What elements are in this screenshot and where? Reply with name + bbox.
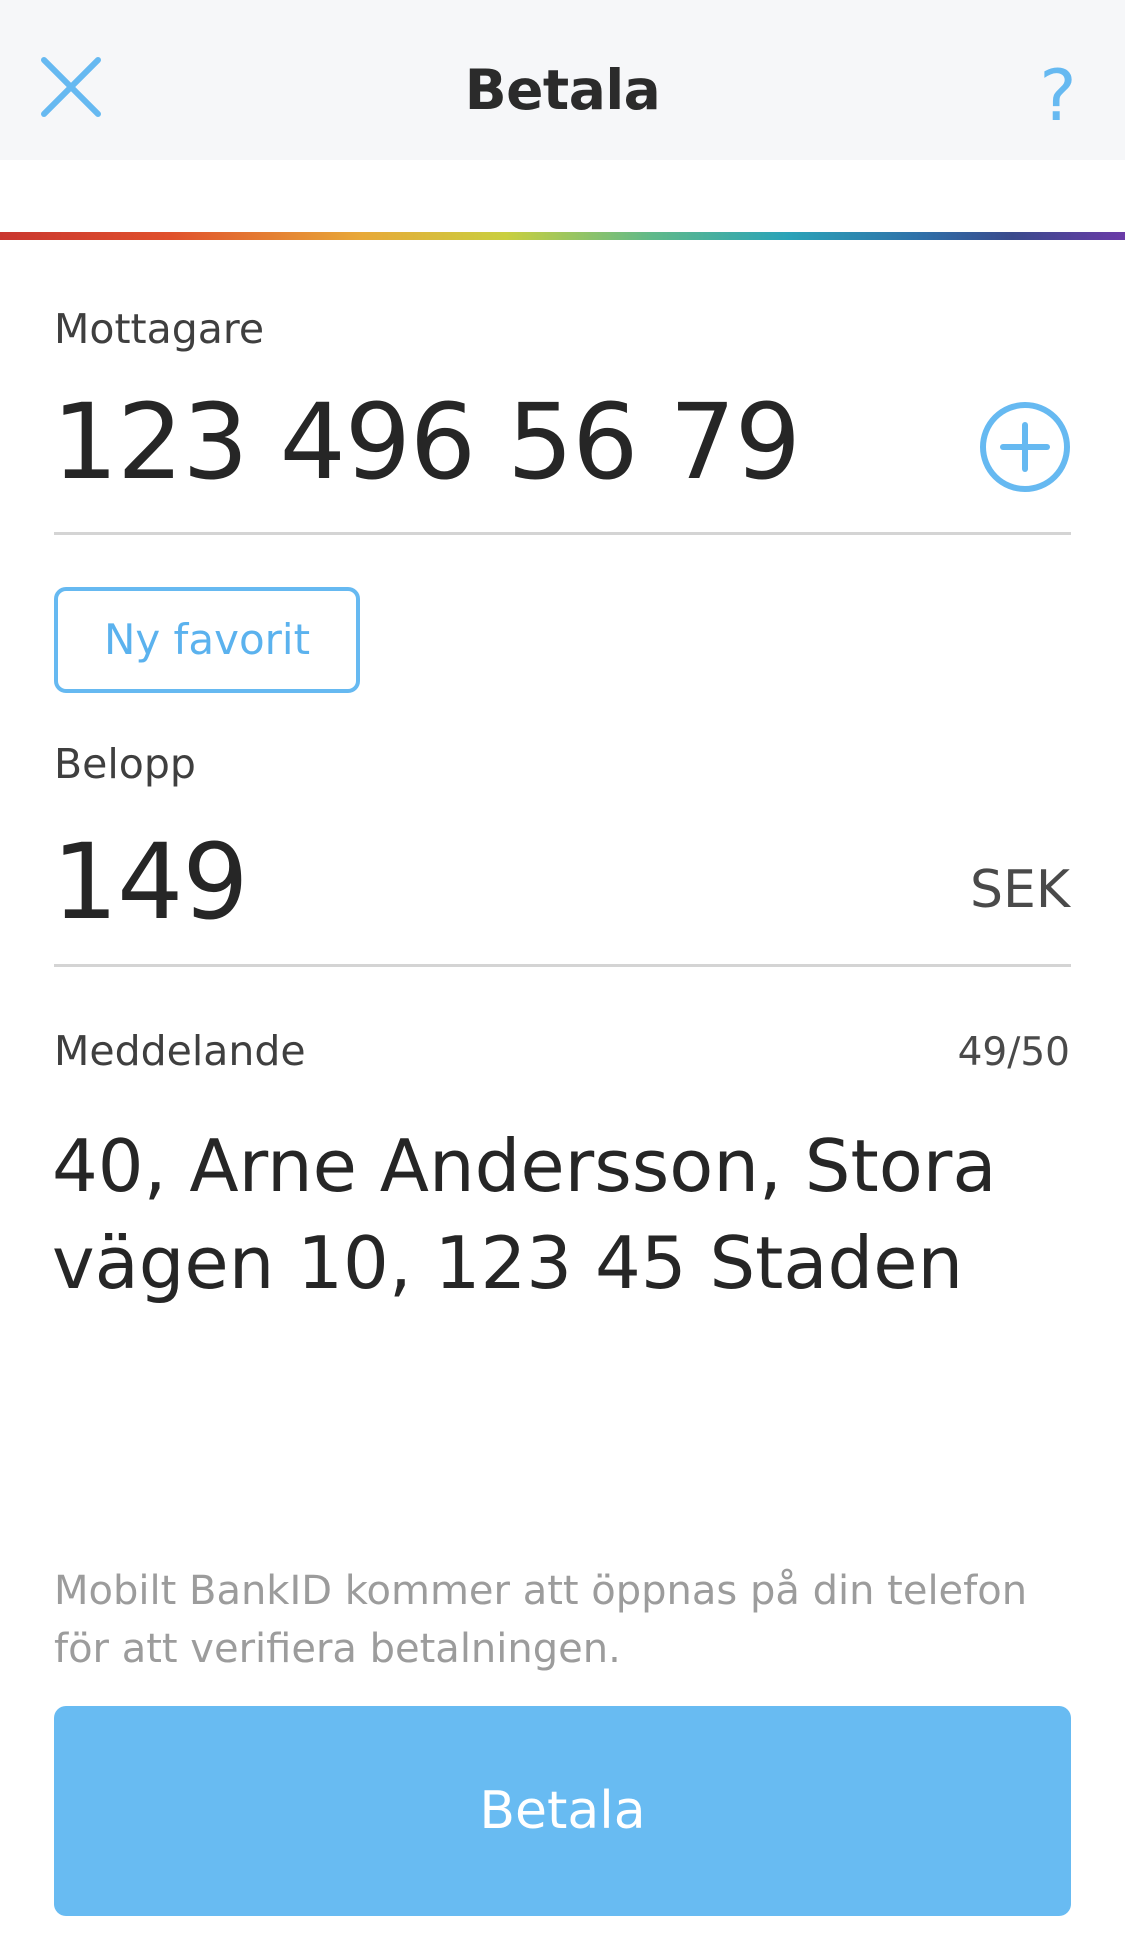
recipient-label: Mottagare [54,305,265,353]
add-recipient-button[interactable] [978,400,1072,494]
recipient-divider [54,532,1071,535]
help-button[interactable]: ? [1033,56,1083,136]
message-char-counter: 49/50 [957,1030,1070,1075]
rainbow-divider [0,232,1125,240]
message-label: Meddelande [54,1027,306,1075]
amount-input[interactable]: 149 [52,830,249,934]
amount-label: Belopp [54,740,196,788]
recipient-input[interactable]: 123 496 56 79 [52,390,801,494]
top-bar: Betala ? [0,0,1125,160]
new-favorite-button[interactable]: Ny favorit [54,587,360,693]
page-title: Betala [464,58,661,122]
plus-circle-icon [980,402,1070,492]
message-input[interactable]: 40, Arne Andersson, Stora vägen 10, 123 … [52,1118,1072,1312]
pay-button[interactable]: Betala [54,1706,1071,1916]
amount-divider [54,964,1071,967]
currency-label: SEK [970,860,1070,920]
bankid-info-text: Mobilt BankID kommer att öppnas på din t… [54,1568,1028,1672]
